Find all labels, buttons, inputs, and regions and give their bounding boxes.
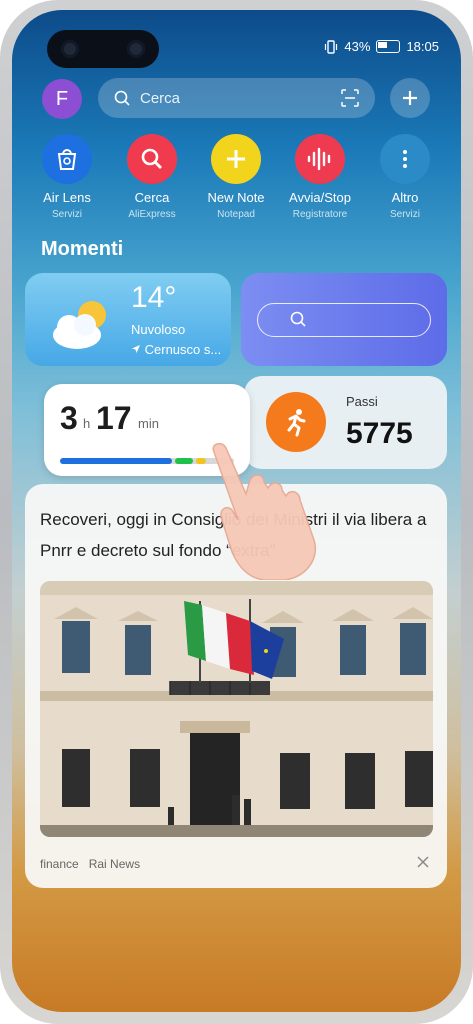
more-vertical-icon xyxy=(380,134,430,184)
steps-label: Passi xyxy=(346,394,378,409)
tap-gesture-hand-icon xyxy=(212,442,317,580)
shortcut-cerca[interactable]: Cerca AliExpress xyxy=(107,134,197,220)
screen-time-hour-unit: h xyxy=(83,416,91,431)
vibrate-icon xyxy=(325,39,338,54)
news-photo[interactable] xyxy=(40,581,433,837)
shortcut-sublabel: Servizi xyxy=(389,209,420,220)
shortcut-sublabel: Notepad xyxy=(217,209,255,220)
shortcut-label: Cerca xyxy=(134,190,170,205)
news-source: finance Rai News xyxy=(40,857,140,871)
plus-icon xyxy=(403,91,417,105)
search-widget[interactable] xyxy=(241,273,447,366)
front-camera xyxy=(47,30,159,68)
weather-widget[interactable]: 14° Nuvoloso Cernusco s... xyxy=(25,273,231,366)
steps-value: 5775 xyxy=(346,417,413,450)
weather-cloud-sun-icon xyxy=(53,301,106,349)
screen-time-minutes: 17 xyxy=(96,400,132,436)
avatar[interactable]: F xyxy=(42,79,82,119)
search-placeholder: Cerca xyxy=(140,89,181,107)
search-icon xyxy=(127,134,177,184)
close-icon[interactable] xyxy=(415,854,431,870)
shortcut-sublabel: Registratore xyxy=(292,209,348,220)
shortcut-sublabel: AliExpress xyxy=(128,209,176,220)
shortcut-label: Altro xyxy=(391,190,419,205)
section-title: Momenti xyxy=(41,238,124,260)
battery-icon xyxy=(376,40,401,53)
screen-time-minute-unit: min xyxy=(138,416,159,431)
weather-location-text: Cernusco s... xyxy=(144,342,222,357)
weather-temperature: 14° xyxy=(131,281,177,314)
service-shortcuts: Air Lens Servizi Cerca AliExpress New No… xyxy=(12,134,461,224)
shortcut-label: Air Lens xyxy=(43,190,91,205)
usage-bar-segment-green xyxy=(175,458,193,464)
clock: 18:05 xyxy=(406,39,439,54)
home-screen: 43% 18:05 F Cerca Air Lens Servizi Cerca… xyxy=(12,10,461,1012)
status-bar: 43% 18:05 xyxy=(324,39,439,54)
news-publisher: Rai News xyxy=(88,857,141,871)
weather-location: Cernusco s... xyxy=(131,342,221,357)
scan-icon[interactable] xyxy=(341,89,359,107)
air-lens-icon xyxy=(42,134,92,184)
shortcut-new-note[interactable]: New Note Notepad xyxy=(191,134,281,220)
news-category: finance xyxy=(40,857,79,871)
screen-time-hours: 3 xyxy=(60,400,78,436)
usage-bar-segment-blue xyxy=(60,458,172,464)
plus-icon xyxy=(211,134,261,184)
shortcut-label: New Note xyxy=(207,190,265,205)
search-widget-field[interactable] xyxy=(257,303,431,337)
weather-description: Nuvoloso xyxy=(131,322,186,337)
search-icon xyxy=(290,311,306,327)
location-arrow-icon xyxy=(132,345,140,353)
avatar-letter: F xyxy=(55,87,69,110)
search-bar[interactable]: Cerca xyxy=(98,78,375,118)
shortcut-air-lens[interactable]: Air Lens Servizi xyxy=(22,134,112,220)
search-icon xyxy=(114,90,130,106)
shortcut-recorder[interactable]: Avvia/Stop Registratore xyxy=(275,134,365,220)
shortcut-label: Avvia/Stop xyxy=(289,190,351,205)
shortcut-sublabel: Servizi xyxy=(51,209,82,220)
phone-frame: 43% 18:05 F Cerca Air Lens Servizi Cerca… xyxy=(0,0,473,1024)
shortcut-more[interactable]: Altro Servizi xyxy=(360,134,450,220)
waveform-icon xyxy=(295,134,345,184)
battery-percent: 43% xyxy=(344,39,371,54)
add-button[interactable] xyxy=(390,78,430,118)
